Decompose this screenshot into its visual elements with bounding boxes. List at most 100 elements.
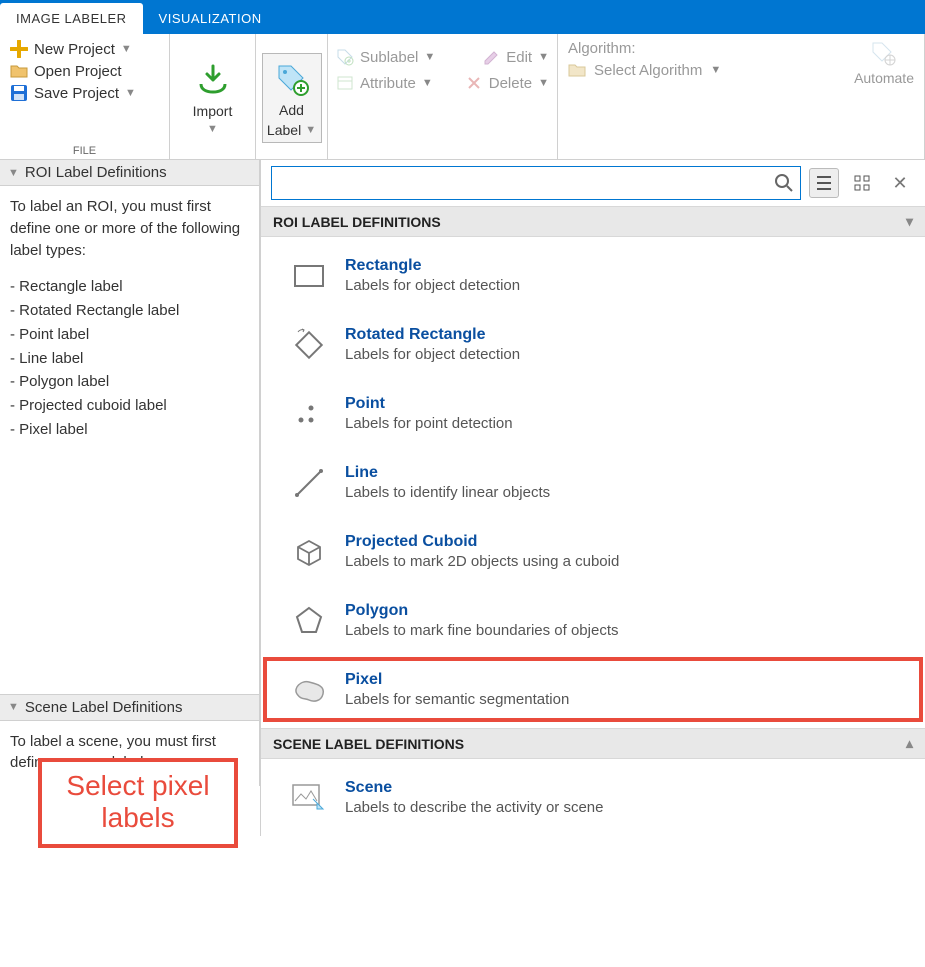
scene-desc: Labels to describe the activity or scene (345, 799, 603, 816)
search-box[interactable] (271, 166, 801, 200)
roi-section-title: ROI LABEL DEFINITIONS (273, 214, 441, 230)
chevron-down-icon: ▼ (121, 43, 131, 55)
bullet-polygon: - Polygon label (10, 370, 249, 394)
collapse-icon[interactable]: ▾ (906, 213, 913, 230)
bullet-pixel: - Pixel label (10, 418, 249, 442)
search-icon (774, 173, 794, 193)
new-project-label: New Project (34, 41, 115, 58)
chevron-down-icon: ▼ (8, 167, 19, 179)
grid-view-button[interactable] (847, 168, 877, 198)
rectangle-icon (291, 258, 327, 294)
label-type-polygon[interactable]: Polygon Labels to mark fine boundaries o… (261, 586, 925, 655)
edit-icon (482, 48, 500, 66)
rotated-rectangle-icon (291, 327, 327, 363)
grid-icon (853, 174, 871, 192)
chevron-down-icon: ▼ (207, 123, 218, 135)
attribute-icon (336, 74, 354, 92)
tag-plus-icon (273, 60, 311, 98)
pixel-desc: Labels for semantic segmentation (345, 691, 569, 708)
callout-line2: labels (52, 802, 224, 834)
add-label-line1: Add (279, 102, 304, 118)
roi-definitions-header[interactable]: ▼ ROI Label Definitions (0, 160, 259, 186)
algorithm-header: Algorithm: (568, 40, 721, 57)
scene-section-list: Scene Labels to describe the activity or… (261, 759, 925, 836)
bullet-line: - Line label (10, 347, 249, 371)
tab-visualization[interactable]: VISUALIZATION (143, 3, 278, 34)
ribbon-group-add-label: Add Label ▼ (256, 34, 328, 159)
chevron-down-icon: ▼ (710, 64, 721, 76)
label-type-point[interactable]: Point Labels for point detection (261, 379, 925, 448)
label-type-line[interactable]: Line Labels to identify linear objects (261, 448, 925, 517)
import-button[interactable]: Import ▼ (189, 55, 237, 141)
list-icon (815, 174, 833, 192)
delete-label: Delete (489, 75, 532, 92)
cuboid-title: Projected Cuboid (345, 533, 619, 551)
ribbon-group-file: New Project ▼ Open Project Save Project … (0, 34, 170, 159)
chevron-down-icon: ▼ (538, 51, 549, 63)
tab-image-labeler[interactable]: IMAGE LABELER (0, 3, 143, 34)
scene-definitions-title: Scene Label Definitions (25, 699, 183, 716)
bullet-point: - Point label (10, 323, 249, 347)
edit-label: Edit (506, 49, 532, 66)
callout-select-pixel-labels: Select pixel labels (38, 758, 238, 848)
callout-line1: Select pixel (52, 770, 224, 802)
label-type-rectangle[interactable]: Rectangle Labels for object detection (261, 241, 925, 310)
close-icon: ✕ (892, 173, 907, 194)
sublabel-label: Sublabel (360, 49, 418, 66)
sublabel-button[interactable]: Sublabel ▼ Edit ▼ (334, 44, 551, 70)
polygon-desc: Labels to mark fine boundaries of object… (345, 622, 619, 639)
gear-tag-icon (870, 40, 898, 68)
scene-section-title: SCENE LABEL DEFINITIONS (273, 736, 464, 752)
add-label-button[interactable]: Add Label ▼ (262, 53, 322, 143)
collapse-up-icon[interactable]: ▴ (906, 735, 913, 752)
chevron-down-icon: ▼ (424, 51, 435, 63)
rectangle-desc: Labels for object detection (345, 277, 520, 294)
roi-section-list: Rectangle Labels for object detection Ro… (261, 237, 925, 728)
label-type-scene[interactable]: Scene Labels to describe the activity or… (261, 763, 925, 832)
automate-label: Automate (854, 70, 914, 86)
label-type-rotated-rectangle[interactable]: Rotated Rectangle Labels for object dete… (261, 310, 925, 379)
polygon-title: Polygon (345, 602, 619, 620)
bullet-rectangle: - Rectangle label (10, 275, 249, 299)
search-input[interactable] (278, 173, 774, 193)
label-type-pixel[interactable]: Pixel Labels for semantic segmentation (261, 655, 925, 724)
point-icon (291, 396, 327, 432)
save-project-button[interactable]: Save Project ▼ (6, 82, 163, 104)
import-label: Import (193, 103, 233, 119)
ribbon-group-label-tools: Sublabel ▼ Edit ▼ Attribute ▼ Delete ▼ (328, 34, 558, 159)
group-caption-file: FILE (6, 143, 163, 157)
bullet-projected-cuboid: - Projected cuboid label (10, 394, 249, 418)
scene-section-header: SCENE LABEL DEFINITIONS ▴ (261, 728, 925, 759)
chevron-down-icon: ▼ (125, 87, 135, 99)
attribute-label: Attribute (360, 75, 416, 92)
chevron-down-icon: ▼ (538, 77, 549, 89)
tabstrip: IMAGE LABELER VISUALIZATION (0, 0, 925, 34)
attribute-button[interactable]: Attribute ▼ Delete ▼ (334, 70, 551, 96)
roi-section-header: ROI LABEL DEFINITIONS ▾ (261, 206, 925, 237)
scene-title: Scene (345, 779, 603, 797)
label-type-projected-cuboid[interactable]: Projected Cuboid Labels to mark 2D objec… (261, 517, 925, 586)
close-dropdown-button[interactable]: ✕ (885, 168, 915, 198)
list-view-button[interactable] (809, 168, 839, 198)
select-algorithm-button[interactable]: Select Algorithm ▼ (568, 61, 721, 79)
ribbon: New Project ▼ Open Project Save Project … (0, 34, 925, 160)
side-panel: ▼ ROI Label Definitions To label an ROI,… (0, 160, 260, 786)
open-project-label: Open Project (34, 63, 122, 80)
chevron-down-icon: ▼ (8, 701, 19, 713)
import-icon (194, 61, 232, 99)
automate-button[interactable]: Automate (854, 40, 914, 86)
roi-intro-text: To label an ROI, you must first define o… (10, 196, 249, 261)
bullet-rotated-rectangle: - Rotated Rectangle label (10, 299, 249, 323)
save-project-label: Save Project (34, 85, 119, 102)
ribbon-group-import: Import ▼ (170, 34, 256, 159)
new-project-button[interactable]: New Project ▼ (6, 38, 163, 60)
sublabel-icon (336, 48, 354, 66)
open-project-button[interactable]: Open Project (6, 60, 163, 82)
line-icon (291, 465, 327, 501)
scene-definitions-header[interactable]: ▼ Scene Label Definitions (0, 695, 259, 721)
point-title: Point (345, 395, 513, 413)
chevron-down-icon: ▼ (422, 77, 433, 89)
ribbon-group-algorithm: Algorithm: Select Algorithm ▼ Automate (558, 34, 925, 159)
roi-bullet-list: - Rectangle label - Rotated Rectangle la… (10, 275, 249, 441)
rectangle-title: Rectangle (345, 257, 520, 275)
